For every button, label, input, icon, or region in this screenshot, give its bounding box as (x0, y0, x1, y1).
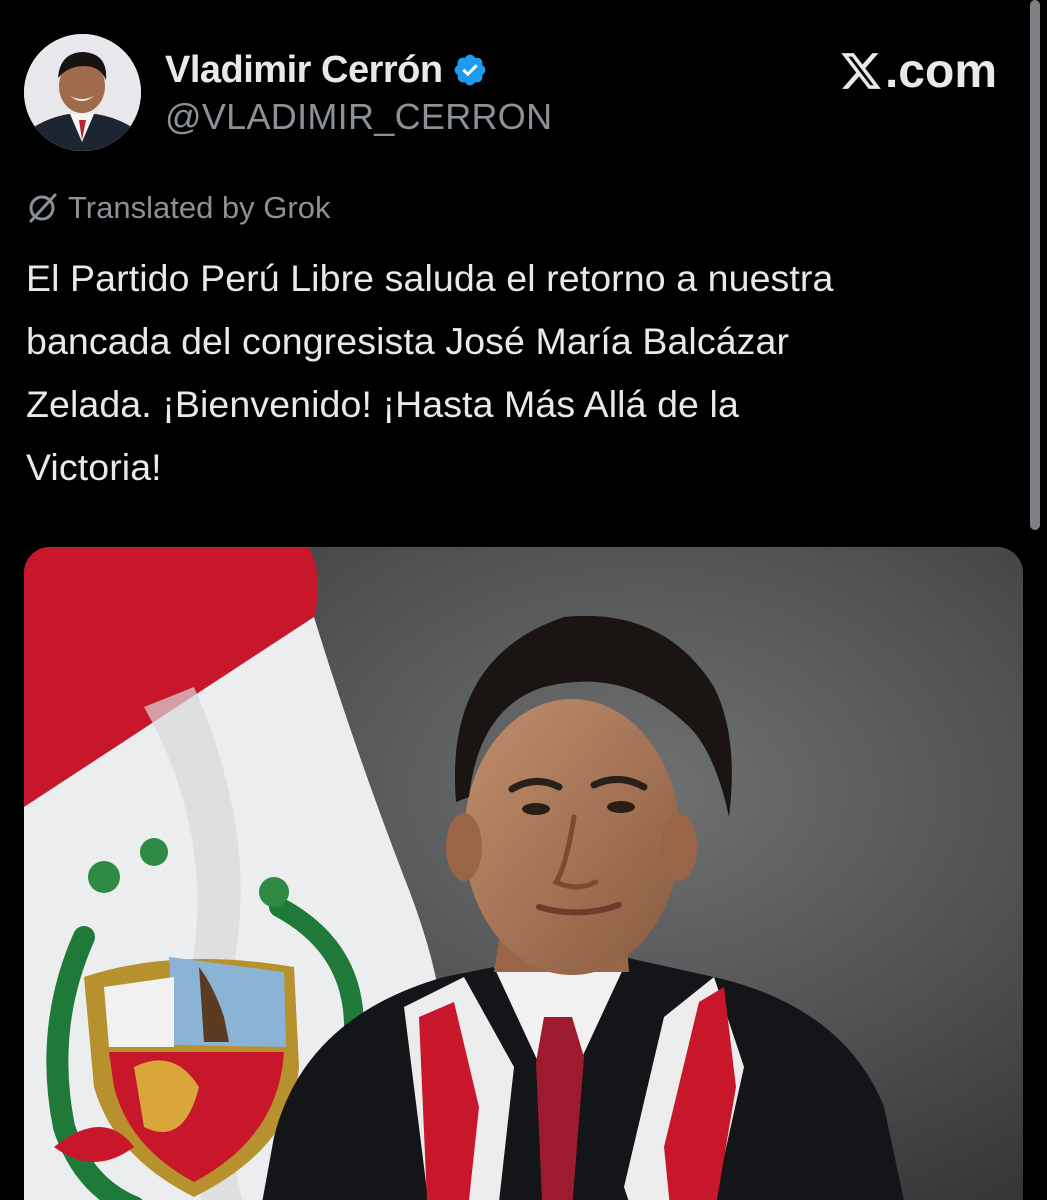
tweet-text: El Partido Perú Libre saluda el retorno … (26, 247, 1011, 499)
translation-notice[interactable]: Translated by Grok (26, 188, 330, 228)
profile-photo (24, 34, 141, 151)
tweet-text-line: bancada del congresista José María Balcá… (26, 320, 790, 362)
author-avatar[interactable] (24, 34, 141, 151)
translation-label: Translated by Grok (68, 190, 331, 225)
x-logo-icon (839, 49, 883, 93)
author-name-row[interactable]: Vladimir Cerrón (165, 46, 488, 94)
scrollbar[interactable] (1030, 0, 1040, 530)
grok-icon (26, 191, 60, 225)
tweet-text-line: Victoria! (26, 446, 162, 488)
author-display-name[interactable]: Vladimir Cerrón (165, 49, 443, 92)
tweet-text-line: Zelada. ¡Bienvenido! ¡Hasta Más Allá de … (26, 383, 739, 425)
tweet-text-line: El Partido Perú Libre saluda el retorno … (26, 257, 834, 299)
author-handle[interactable]: @VLADIMIR_CERRON (165, 96, 552, 138)
x-brand: .com (839, 44, 997, 98)
brand-domain-label: .com (884, 44, 997, 98)
tweet-screenshot: Vladimir Cerrón @VLADIMIR_CERRON .com Tr… (0, 0, 1047, 1200)
portrait-photo (24, 547, 1023, 1200)
tweet-media-photo[interactable] (24, 547, 1023, 1200)
verified-badge-icon (452, 52, 488, 88)
